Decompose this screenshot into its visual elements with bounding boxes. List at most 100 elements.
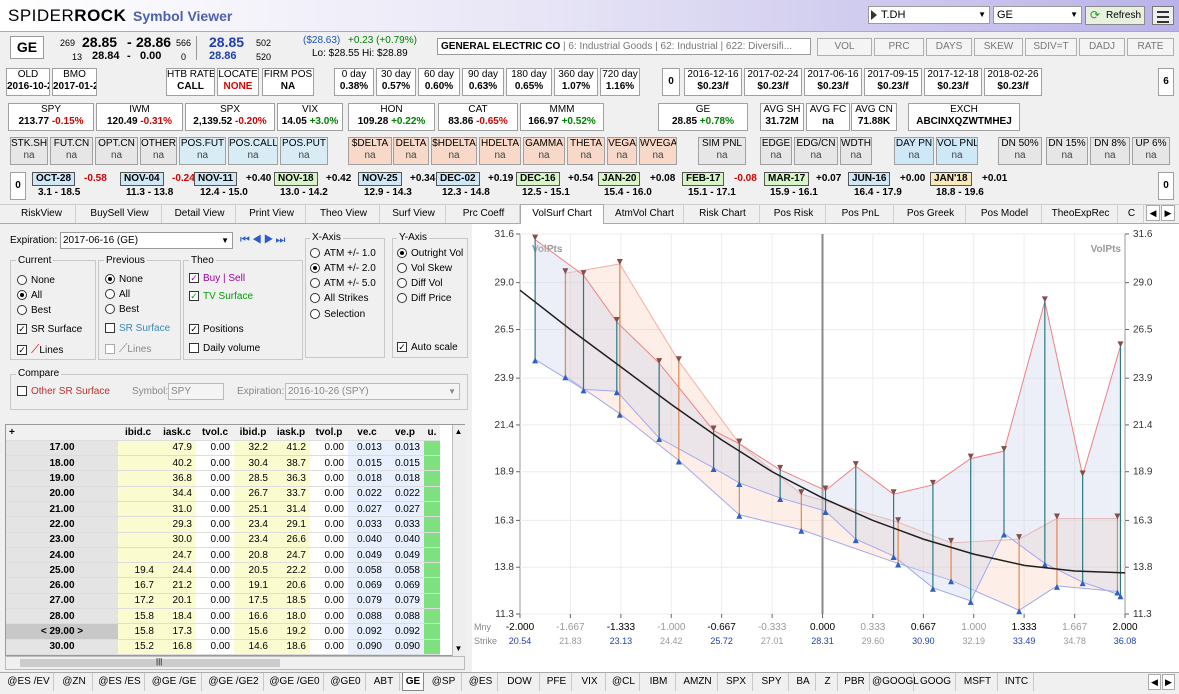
symbol-tab--ge0[interactable]: @GE0: [326, 673, 366, 691]
expiry-month[interactable]: NOV-11: [194, 172, 238, 186]
symbol-tab--es[interactable]: @ES: [464, 673, 498, 691]
table-row[interactable]: 26.00 16.7 21.2 0.00 19.1 20.6 0.00 0.069 0.069: [6, 577, 440, 594]
tab-print-view[interactable]: Print View: [238, 205, 306, 223]
symbol-tabs-left[interactable]: ◀: [1148, 674, 1161, 690]
symbol-box[interactable]: GE: [10, 36, 44, 59]
symbol-tab--cl[interactable]: @CL: [608, 673, 640, 691]
table-row[interactable]: < 29.00 >15.8 17.3 0.00 15.6 19.2 0.00 0.092 0.…: [6, 623, 440, 640]
table-row[interactable]: 17.00 47.9 0.00 32.2 41.2 0.00 0.013 0.013: [6, 440, 440, 457]
tab-pos-greek[interactable]: Pos Greek: [896, 205, 966, 223]
grid-hscrollbar[interactable]: |||: [5, 656, 465, 670]
theo-tv-surface[interactable]: ✓ TV Surface: [189, 291, 253, 302]
tab-risk-chart[interactable]: Risk Chart: [686, 205, 760, 223]
account-select[interactable]: T.DH ▼: [868, 6, 990, 24]
expiry-month[interactable]: MAR-17: [764, 172, 810, 186]
symbol-tab--ge-ge2[interactable]: @GE /GE2: [204, 673, 264, 691]
table-row[interactable]: 21.00 31.0 0.00 25.1 31.4 0.00 0.027 0.027: [6, 501, 440, 518]
expiry-item[interactable]: JUN-16 +0.00 16.4 - 17.9: [848, 172, 932, 200]
tab-scroll-right[interactable]: ▶: [1161, 205, 1175, 221]
symbol-tab--sp[interactable]: @SP: [426, 673, 462, 691]
symbol-tab-ibm[interactable]: IBM: [642, 673, 676, 691]
expiry-right[interactable]: 0: [1158, 172, 1174, 200]
symbol-tab-msft[interactable]: MSFT: [958, 673, 998, 691]
expiry-item[interactable]: DEC-16 +0.54 12.5 - 15.1: [516, 172, 600, 200]
previous-all[interactable]: All: [105, 289, 130, 300]
symbol-tab-spy[interactable]: SPY: [755, 673, 789, 691]
symbol-tab--es-es[interactable]: @ES /ES: [95, 673, 145, 691]
tab-pos-risk[interactable]: Pos Risk: [762, 205, 826, 223]
table-row[interactable]: 27.00 17.2 20.1 0.00 17.5 18.5 0.00 0.079 0.079: [6, 593, 440, 610]
xaxis-all-strikes[interactable]: All Strikes: [310, 293, 368, 304]
prev-icon[interactable]: ◀: [252, 234, 264, 246]
grid-header[interactable]: ibid.p: [234, 425, 272, 441]
yaxis-autoscale[interactable]: ✓ Auto scale: [397, 342, 458, 353]
expiry-item[interactable]: OCT-28 -0.58 3.1 - 18.5: [32, 172, 116, 200]
next-icon[interactable]: ▶: [264, 234, 276, 246]
tab-surf-view[interactable]: Surf View: [382, 205, 446, 223]
symbol-tab-amzn[interactable]: AMZN: [678, 673, 718, 691]
days-button[interactable]: DAYS: [926, 38, 972, 56]
symbol-tab-z[interactable]: Z: [818, 673, 838, 691]
rate-button[interactable]: RATE: [1127, 38, 1174, 56]
tab-buysell-view[interactable]: BuySell View: [78, 205, 162, 223]
symbol-tab-abt[interactable]: ABT: [368, 673, 400, 691]
symbol-tab-ba[interactable]: BA: [791, 673, 816, 691]
tab-atmvol-chart[interactable]: AtmVol Chart: [606, 205, 684, 223]
compare-other-sr[interactable]: Other SR Surface: [17, 386, 110, 397]
expiry-left[interactable]: 0: [10, 172, 26, 200]
symbol-select[interactable]: GE ▼: [993, 6, 1082, 24]
previous-best[interactable]: Best: [105, 304, 139, 315]
symbol-tab--zn[interactable]: @ZN: [56, 673, 93, 691]
table-row[interactable]: 24.00 24.7 0.00 20.8 24.7 0.00 0.049 0.049: [6, 547, 440, 564]
expiry-item[interactable]: FEB-17 -0.08 15.1 - 17.1: [682, 172, 766, 200]
symbol-tab-pfe[interactable]: PFE: [542, 673, 572, 691]
theo-buy-sell[interactable]: ✓ Buy | Sell: [189, 273, 245, 284]
expiry-item[interactable]: JAN-20 +0.08 15.4 - 16.0: [598, 172, 682, 200]
prc-button[interactable]: PRC: [874, 38, 924, 56]
expiry-item[interactable]: JAN'18 +0.01 18.8 - 19.6: [930, 172, 1014, 200]
nav-arrows[interactable]: ⏮◀▶⏭: [240, 234, 287, 247]
yaxis-diffvol[interactable]: Diff Vol: [397, 278, 443, 289]
tab-theoexprec[interactable]: TheoExpRec: [1044, 205, 1118, 223]
table-row[interactable]: 19.00 36.8 0.00 28.5 36.3 0.00 0.018 0.018: [6, 470, 440, 487]
expiry-item[interactable]: MAR-17 +0.07 15.9 - 16.1: [764, 172, 848, 200]
previous-none[interactable]: None: [105, 274, 143, 285]
skew-button[interactable]: SKEW: [974, 38, 1023, 56]
expiry-month[interactable]: NOV-04: [120, 172, 164, 186]
symbol-tab-pbr[interactable]: PBR: [840, 673, 870, 691]
tab-detail-view[interactable]: Detail View: [164, 205, 236, 223]
yaxis-diffprice[interactable]: Diff Price: [397, 293, 451, 304]
symbol-tab-vix[interactable]: VIX: [574, 673, 606, 691]
compare-symbol-input[interactable]: SPY: [168, 383, 224, 400]
grid-header[interactable]: iask.p: [272, 425, 310, 441]
expiry-item[interactable]: DEC-02 +0.19 12.3 - 14.8: [436, 172, 520, 200]
expiry-month[interactable]: OCT-28: [32, 172, 76, 186]
theo-positions[interactable]: ✓ Positions: [189, 324, 244, 335]
dadj-button[interactable]: DADJ: [1079, 38, 1125, 56]
grid-header[interactable]: ibid.c: [118, 425, 158, 441]
table-row[interactable]: 28.00 15.8 18.4 0.00 16.6 18.0 0.00 0.088 0.088: [6, 608, 440, 625]
table-row[interactable]: 22.00 29.3 0.00 23.4 29.1 0.00 0.033 0.033: [6, 516, 440, 533]
previous-lines[interactable]: ⟋Lines: [105, 341, 151, 356]
yaxis-skew[interactable]: Vol Skew: [397, 263, 452, 274]
symbol-tab-spx[interactable]: SPX: [720, 673, 753, 691]
table-row[interactable]: 23.00 30.0 0.00 23.4 26.6 0.00 0.040 0.040: [6, 532, 440, 548]
tab-pos-pnl[interactable]: Pos PnL: [828, 205, 894, 223]
volsurf-chart[interactable]: 31.6 31.6 29.0 29.0 26.5 26.5 23.9 23.9 21.4 21.4…: [472, 224, 1179, 672]
scroll-thumb[interactable]: [20, 659, 280, 667]
expiration-select[interactable]: 2017-06-16 (GE) ▼: [60, 232, 233, 249]
grid-header[interactable]: tvol.p: [310, 425, 348, 441]
xaxis-atm2[interactable]: ATM +/- 2.0: [310, 263, 376, 274]
vol-button[interactable]: VOL: [817, 38, 872, 56]
grid-header[interactable]: tvol.c: [196, 425, 234, 441]
current-sr-surface[interactable]: ✓ SR Surface: [17, 324, 82, 335]
theo-daily-volume[interactable]: Daily volume: [189, 343, 260, 354]
tab-theo-view[interactable]: Theo View: [308, 205, 380, 223]
current-best[interactable]: Best: [17, 305, 51, 316]
xaxis-atm1[interactable]: ATM +/- 1.0: [310, 248, 376, 259]
grid-vscrollbar[interactable]: [452, 425, 465, 656]
current-all[interactable]: All: [17, 290, 42, 301]
table-row[interactable]: 20.00 34.4 0.00 26.7 33.7 0.00 0.022 0.022: [6, 486, 440, 502]
grid-expand-icon[interactable]: +: [6, 425, 118, 441]
previous-sr-surface[interactable]: SR Surface: [105, 323, 170, 334]
